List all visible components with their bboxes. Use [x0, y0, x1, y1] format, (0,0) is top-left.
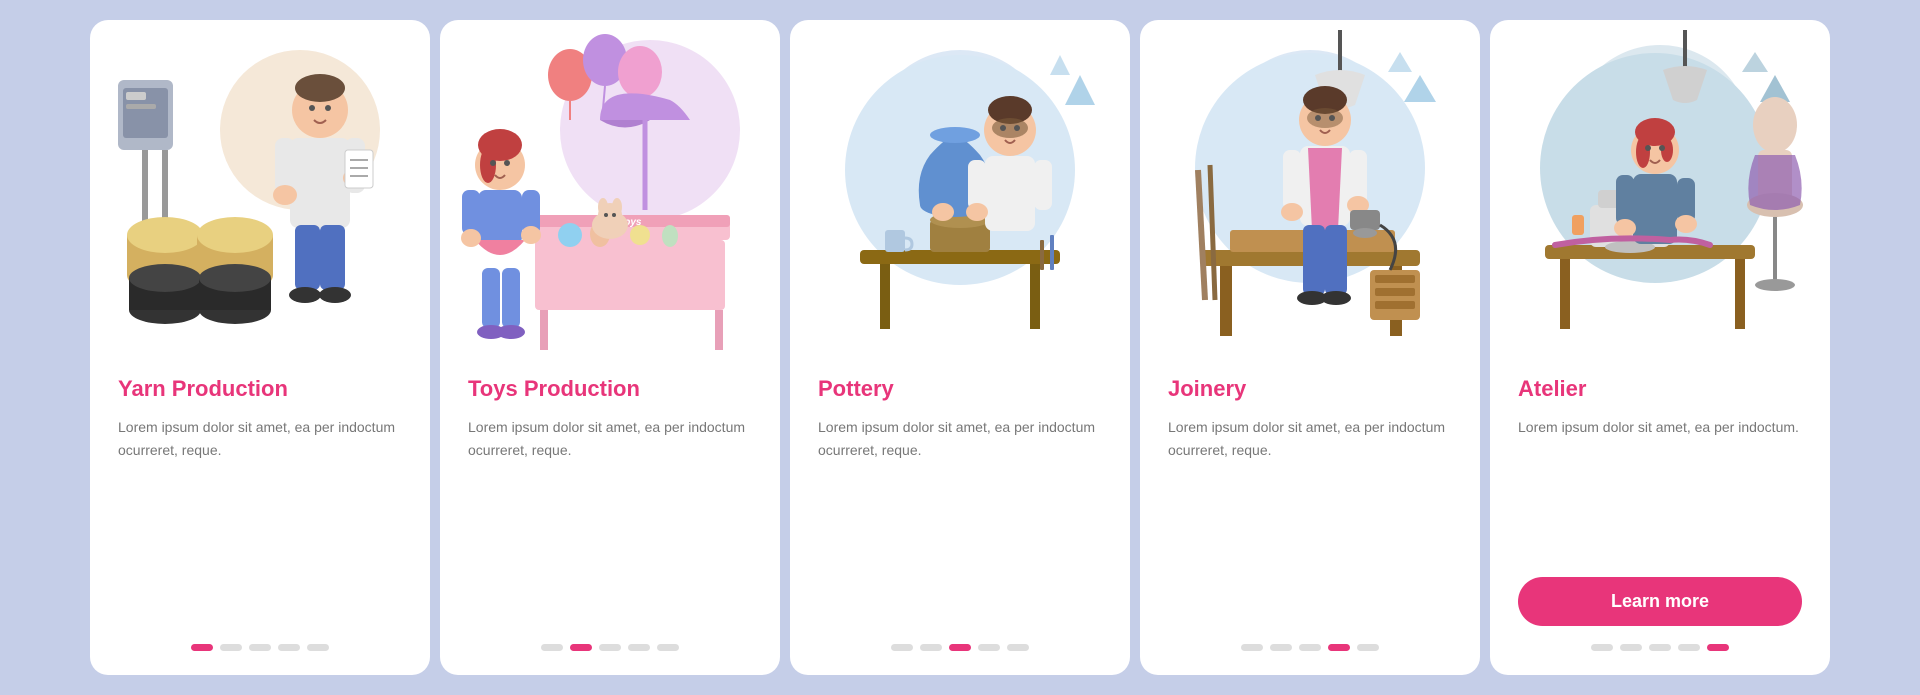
cards-container: Yarn Production Lorem ipsum dolor sit am… — [0, 0, 1920, 695]
card-atelier: Atelier Lorem ipsum dolor sit amet, ea p… — [1490, 20, 1830, 675]
card1-content: Yarn Production Lorem ipsum dolor sit am… — [90, 360, 430, 675]
card1-svg — [90, 20, 430, 360]
card-yarn-production: Yarn Production Lorem ipsum dolor sit am… — [90, 20, 430, 675]
card3-svg — [790, 20, 1130, 360]
dot-5-2[interactable] — [1620, 644, 1642, 651]
card4-title: Joinery — [1168, 376, 1452, 402]
dot-4-2[interactable] — [1270, 644, 1292, 651]
card4-text: Lorem ipsum dolor sit amet, ea per indoc… — [1168, 416, 1452, 626]
card5-dots — [1518, 644, 1802, 655]
dot-5-1[interactable] — [1591, 644, 1613, 651]
card2-text: Lorem ipsum dolor sit amet, ea per indoc… — [468, 416, 752, 626]
dot-1-2[interactable] — [220, 644, 242, 651]
dot-3-5[interactable] — [1007, 644, 1029, 651]
dot-2-5[interactable] — [657, 644, 679, 651]
card5-content: Atelier Lorem ipsum dolor sit amet, ea p… — [1490, 360, 1830, 675]
dot-4-4[interactable] — [1328, 644, 1350, 651]
dot-4-3[interactable] — [1299, 644, 1321, 651]
dot-2-1[interactable] — [541, 644, 563, 651]
dot-2-3[interactable] — [599, 644, 621, 651]
dot-3-1[interactable] — [891, 644, 913, 651]
card3-content: Pottery Lorem ipsum dolor sit amet, ea p… — [790, 360, 1130, 675]
dot-3-4[interactable] — [978, 644, 1000, 651]
dot-3-3[interactable] — [949, 644, 971, 651]
card1-title: Yarn Production — [118, 376, 402, 402]
card5-text: Lorem ipsum dolor sit amet, ea per indoc… — [1518, 416, 1802, 563]
card-toys-production: Toys — [440, 20, 780, 675]
card2-dots — [468, 644, 752, 655]
card4-svg — [1140, 20, 1480, 360]
card1-text: Lorem ipsum dolor sit amet, ea per indoc… — [118, 416, 402, 626]
dot-3-2[interactable] — [920, 644, 942, 651]
dot-4-1[interactable] — [1241, 644, 1263, 651]
dot-4-5[interactable] — [1357, 644, 1379, 651]
card-pottery: Pottery Lorem ipsum dolor sit amet, ea p… — [790, 20, 1130, 675]
dot-2-4[interactable] — [628, 644, 650, 651]
dot-5-3[interactable] — [1649, 644, 1671, 651]
card5-illustration — [1490, 20, 1830, 360]
card2-title: Toys Production — [468, 376, 752, 402]
dot-1-5[interactable] — [307, 644, 329, 651]
card3-text: Lorem ipsum dolor sit amet, ea per indoc… — [818, 416, 1102, 626]
dot-5-5[interactable] — [1707, 644, 1729, 651]
card1-illustration — [90, 20, 430, 360]
card1-dots — [118, 644, 402, 655]
card5-title: Atelier — [1518, 376, 1802, 402]
card4-dots — [1168, 644, 1452, 655]
dot-5-4[interactable] — [1678, 644, 1700, 651]
card3-illustration — [790, 20, 1130, 360]
dot-1-3[interactable] — [249, 644, 271, 651]
dot-1-4[interactable] — [278, 644, 300, 651]
learn-more-button[interactable]: Learn more — [1518, 577, 1802, 626]
card2-illustration: Toys — [440, 20, 780, 360]
card2-svg: Toys — [440, 20, 780, 360]
card2-content: Toys Production Lorem ipsum dolor sit am… — [440, 360, 780, 675]
card4-content: Joinery Lorem ipsum dolor sit amet, ea p… — [1140, 360, 1480, 675]
dot-1-1[interactable] — [191, 644, 213, 651]
card3-title: Pottery — [818, 376, 1102, 402]
card4-illustration — [1140, 20, 1480, 360]
card5-svg — [1490, 20, 1830, 360]
dot-2-2[interactable] — [570, 644, 592, 651]
card-joinery: Joinery Lorem ipsum dolor sit amet, ea p… — [1140, 20, 1480, 675]
card3-dots — [818, 644, 1102, 655]
